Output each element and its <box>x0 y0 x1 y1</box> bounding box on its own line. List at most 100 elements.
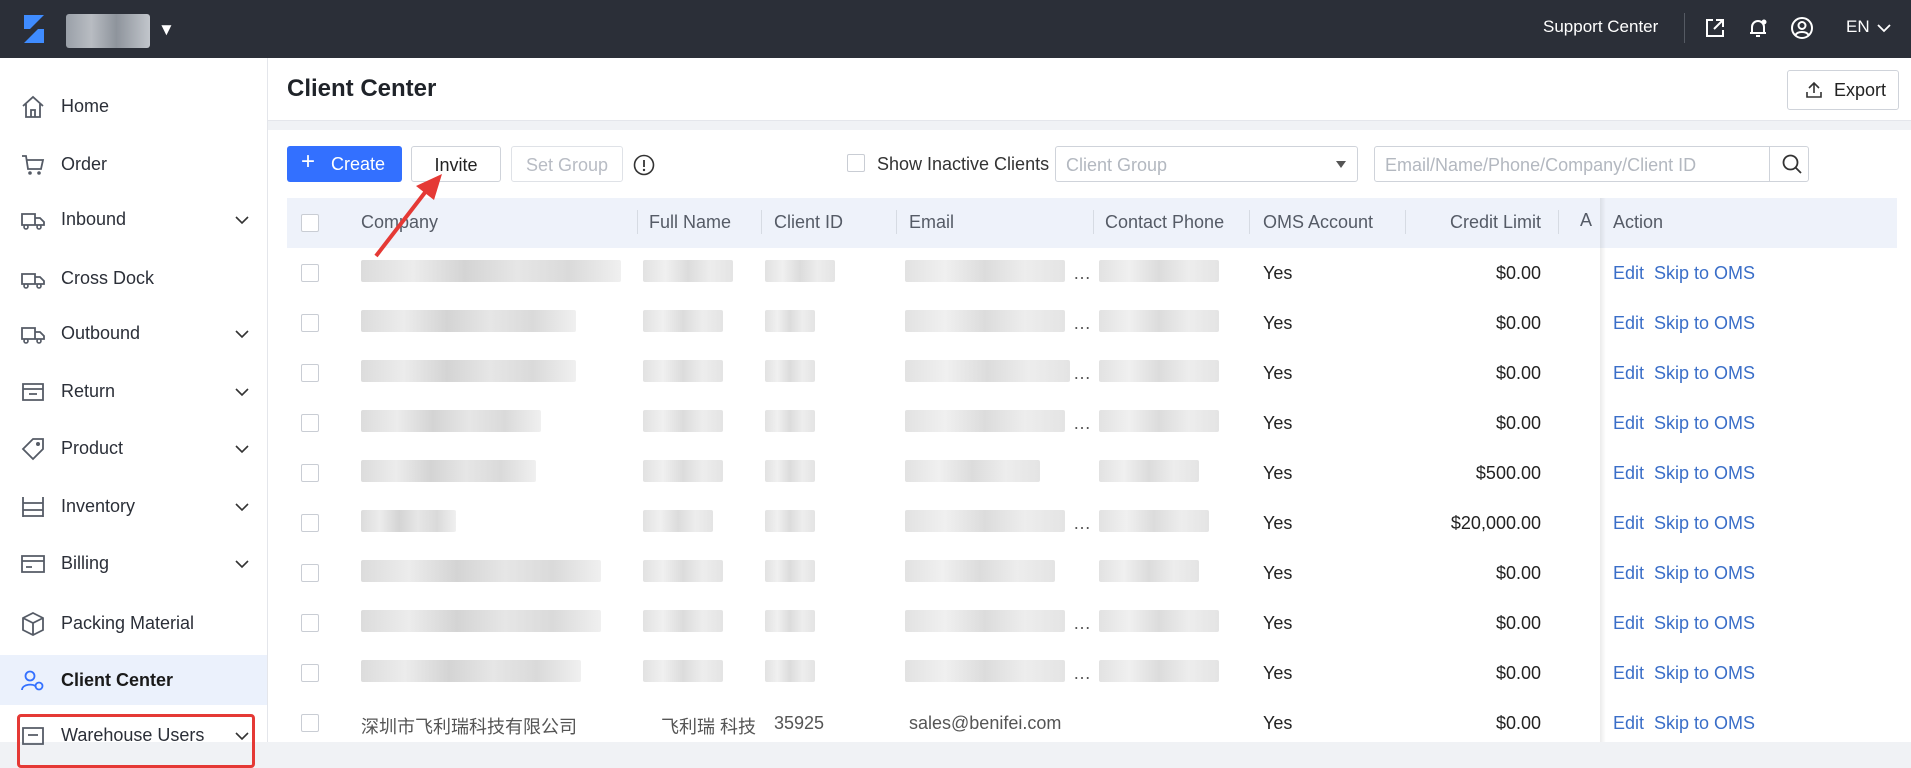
skip-to-oms-link[interactable]: Skip to OMS <box>1654 413 1755 434</box>
email-cell: sales@benifei.com <box>909 713 1062 733</box>
create-button[interactable]: + Create <box>287 146 402 182</box>
column-header-company[interactable]: Company <box>361 212 438 233</box>
ellipsis-icon: … <box>1073 513 1091 533</box>
sidebar: Home Order Inbound Cross Dock Outbound R… <box>0 58 268 768</box>
contact-phone-cell-blurred <box>1099 460 1199 482</box>
sidebar-item-outbound[interactable]: Outbound <box>0 308 267 358</box>
row-checkbox[interactable] <box>301 614 319 632</box>
edit-link[interactable]: Edit <box>1613 413 1644 434</box>
chevron-down-icon[interactable] <box>234 326 250 342</box>
sidebar-item-home[interactable]: Home <box>0 81 267 131</box>
skip-to-oms-link[interactable]: Skip to OMS <box>1654 363 1755 384</box>
row-checkbox[interactable] <box>301 664 319 682</box>
row-checkbox[interactable] <box>301 264 319 282</box>
edit-link[interactable]: Edit <box>1613 563 1644 584</box>
column-header-truncated[interactable]: A <box>1580 210 1600 234</box>
table-row[interactable]: … Yes $0.00 Edit Skip to OMS <box>287 248 1897 299</box>
chevron-down-icon[interactable] <box>234 384 250 400</box>
chevron-down-icon[interactable] <box>234 212 250 228</box>
table-row[interactable]: … Yes $0.00 Edit Skip to OMS <box>287 348 1897 399</box>
table-row[interactable]: … Yes $0.00 Edit Skip to OMS <box>287 298 1897 349</box>
select-all-checkbox[interactable] <box>301 214 319 232</box>
bell-icon[interactable] <box>1745 15 1771 41</box>
skip-to-oms-link[interactable]: Skip to OMS <box>1654 263 1755 284</box>
search-input[interactable] <box>1383 151 1767 179</box>
skip-to-oms-link[interactable]: Skip to OMS <box>1654 663 1755 684</box>
full-name-cell-blurred <box>643 660 723 682</box>
row-checkbox[interactable] <box>301 464 319 482</box>
column-header-email[interactable]: Email <box>909 212 954 233</box>
ellipsis-icon: … <box>1073 413 1091 433</box>
sidebar-item-packing-material[interactable]: Packing Material <box>0 598 267 648</box>
workspace-name-blurred[interactable] <box>66 14 150 48</box>
row-checkbox[interactable] <box>301 364 319 382</box>
sidebar-item-return[interactable]: Return <box>0 366 267 416</box>
table-row[interactable]: Yes $500.00 Edit Skip to OMS <box>287 448 1897 499</box>
chevron-down-icon[interactable] <box>1876 20 1892 36</box>
edit-link[interactable]: Edit <box>1613 463 1644 484</box>
table-row[interactable]: Yes $0.00 Edit Skip to OMS <box>287 548 1897 599</box>
chevron-down-icon[interactable] <box>234 441 250 457</box>
sidebar-item-inbound[interactable]: Inbound <box>0 194 267 244</box>
show-inactive-checkbox[interactable] <box>847 154 865 172</box>
client-id-cell-blurred <box>765 560 815 582</box>
skip-to-oms-link[interactable]: Skip to OMS <box>1654 513 1755 534</box>
sidebar-item-client-center[interactable]: Client Center <box>0 655 267 705</box>
column-header-credit-limit[interactable]: Credit Limit <box>1417 212 1541 233</box>
info-icon[interactable] <box>633 154 655 176</box>
invite-button[interactable]: Invite <box>411 146 501 182</box>
app-logo-icon[interactable] <box>18 13 50 45</box>
skip-to-oms-link[interactable]: Skip to OMS <box>1654 613 1755 634</box>
row-checkbox[interactable] <box>301 414 319 432</box>
column-header-full-name[interactable]: Full Name <box>649 212 731 233</box>
table-row[interactable]: … Yes $0.00 Edit Skip to OMS <box>287 648 1897 699</box>
chevron-down-icon[interactable] <box>234 556 250 572</box>
email-cell-blurred <box>905 410 1065 432</box>
search-icon[interactable] <box>1781 153 1803 175</box>
edit-link[interactable]: Edit <box>1613 363 1644 384</box>
sidebar-item-order[interactable]: Order <box>0 139 267 189</box>
table-row[interactable]: … Yes $20,000.00 Edit Skip to OMS <box>287 498 1897 549</box>
edit-link[interactable]: Edit <box>1613 613 1644 634</box>
sidebar-item-label: Client Center <box>61 670 174 690</box>
edit-link[interactable]: Edit <box>1613 513 1644 534</box>
contact-phone-cell-blurred <box>1099 360 1219 382</box>
ellipsis-icon: … <box>1073 363 1091 383</box>
language-selector[interactable]: EN <box>1846 17 1870 37</box>
sidebar-item-cross-dock[interactable]: Cross Dock <box>0 253 267 303</box>
client-group-select[interactable]: Client Group <box>1055 146 1358 182</box>
support-center-link[interactable]: Support Center <box>1543 17 1658 37</box>
column-header-oms-account[interactable]: OMS Account <box>1263 212 1373 233</box>
chevron-down-icon[interactable] <box>234 499 250 515</box>
export-button[interactable]: Export <box>1787 70 1899 110</box>
skip-to-oms-link[interactable]: Skip to OMS <box>1654 713 1755 734</box>
show-inactive-label[interactable]: Show Inactive Clients <box>877 154 1049 175</box>
row-checkbox[interactable] <box>301 564 319 582</box>
share-icon[interactable] <box>1702 15 1728 41</box>
row-checkbox[interactable] <box>301 714 319 732</box>
credit-limit-cell: $0.00 <box>1495 563 1541 583</box>
edit-link[interactable]: Edit <box>1613 713 1644 734</box>
caret-down-icon[interactable]: ▼ <box>158 20 175 40</box>
column-header-client-id[interactable]: Client ID <box>774 212 843 233</box>
user-circle-icon[interactable] <box>1789 15 1815 41</box>
edit-link[interactable]: Edit <box>1613 663 1644 684</box>
full-name-cell-blurred <box>643 360 723 382</box>
search-field[interactable] <box>1374 146 1809 182</box>
table-row[interactable]: 深圳市飞利瑞科技有限公司 飞利瑞 科技 35925 sales@benifei.com… <box>287 698 1897 742</box>
table-row[interactable]: … Yes $0.00 Edit Skip to OMS <box>287 398 1897 449</box>
sidebar-item-billing[interactable]: Billing <box>0 538 267 588</box>
sidebar-item-product[interactable]: Product <box>0 423 267 473</box>
sidebar-item-inventory[interactable]: Inventory <box>0 481 267 531</box>
column-header-contact-phone[interactable]: Contact Phone <box>1105 212 1224 233</box>
edit-link[interactable]: Edit <box>1613 263 1644 284</box>
skip-to-oms-link[interactable]: Skip to OMS <box>1654 313 1755 334</box>
set-group-button[interactable]: Set Group <box>511 146 623 182</box>
skip-to-oms-link[interactable]: Skip to OMS <box>1654 463 1755 484</box>
row-checkbox[interactable] <box>301 514 319 532</box>
table-row[interactable]: … Yes $0.00 Edit Skip to OMS <box>287 598 1897 649</box>
row-checkbox[interactable] <box>301 314 319 332</box>
skip-to-oms-link[interactable]: Skip to OMS <box>1654 563 1755 584</box>
company-cell-blurred <box>361 560 601 582</box>
edit-link[interactable]: Edit <box>1613 313 1644 334</box>
